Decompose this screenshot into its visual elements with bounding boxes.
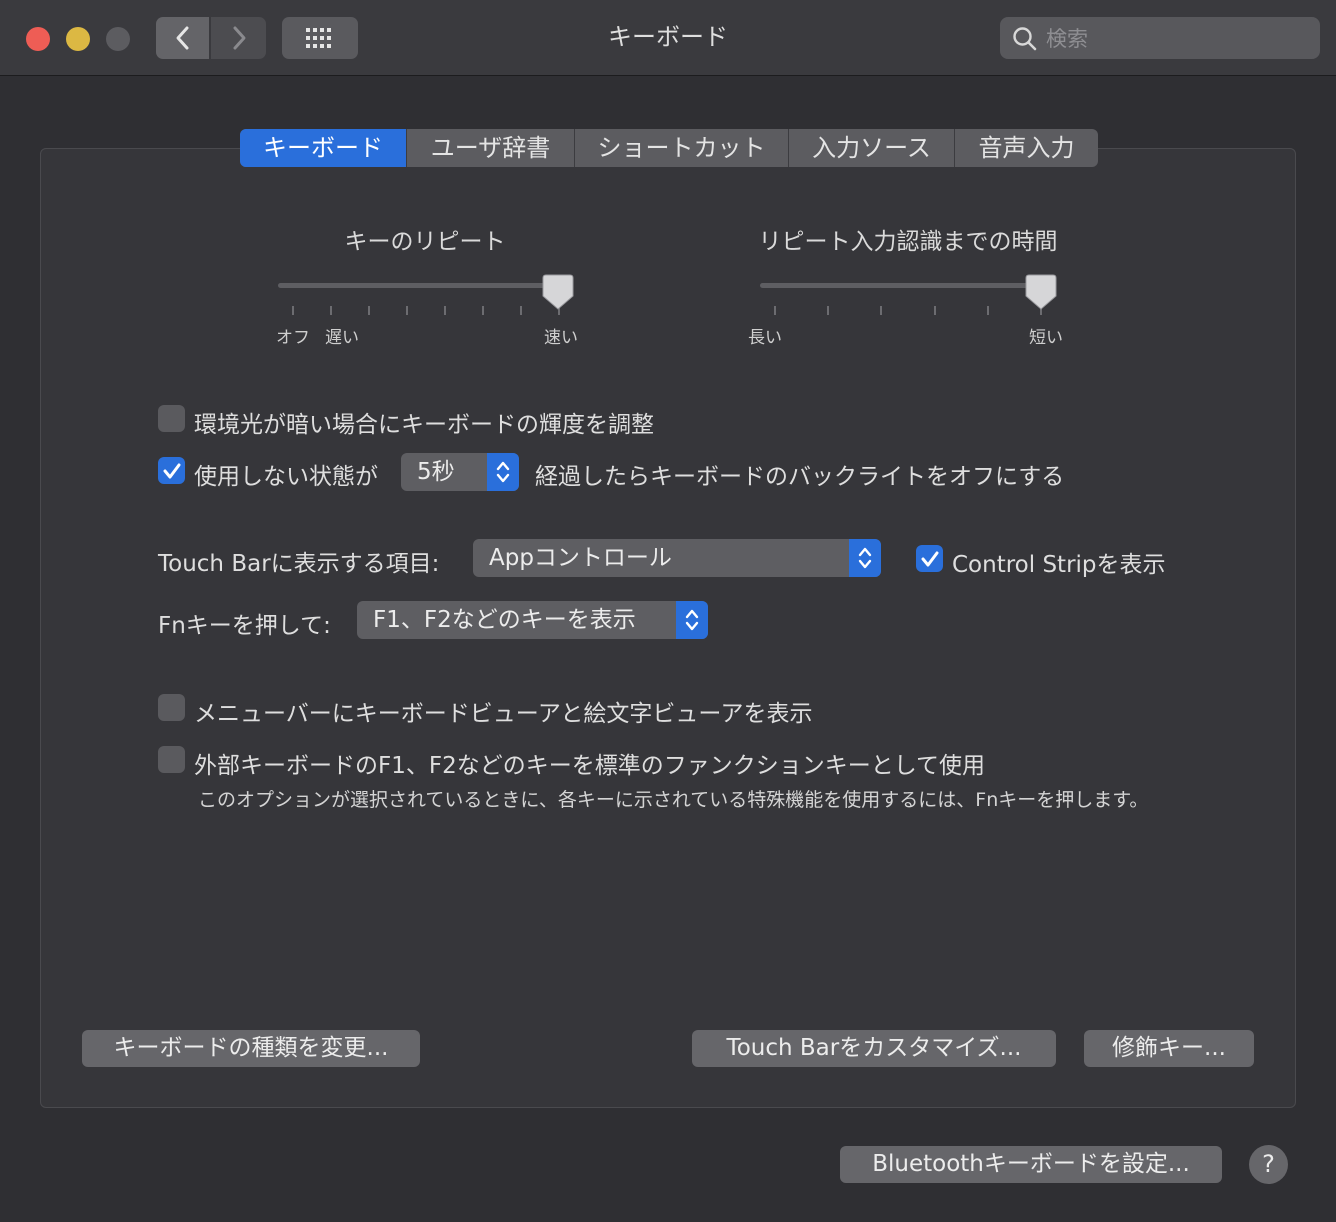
key-repeat-title: キーのリピート (344, 229, 506, 255)
forward-button[interactable] (211, 17, 266, 59)
up-down-arrows-icon (858, 547, 872, 569)
repeat-delay-thumb[interactable] (1025, 274, 1057, 310)
grid-icon (306, 28, 331, 48)
popup-arrows (676, 601, 708, 639)
title-bar: キーボード (0, 0, 1336, 76)
repeat-delay-short-label: 短い (1029, 328, 1063, 348)
touchbar-items-value: Appコントロール (489, 545, 672, 571)
touchbar-items-label: Touch Barに表示する項目: (158, 551, 440, 577)
show-all-button[interactable] (282, 17, 358, 59)
search-icon (1013, 27, 1037, 51)
slider-tick (406, 306, 408, 315)
fn-key-value: F1、F2などのキーを表示 (373, 607, 636, 633)
menu-viewer-label: メニューバーにキーボードビューアと絵文字ビューアを表示 (194, 701, 813, 727)
chevron-left-icon (176, 26, 188, 50)
slider-tick (482, 306, 484, 315)
customize-touchbar-button[interactable]: Touch Barをカスタマイズ... (692, 1030, 1056, 1067)
slider-tick (444, 306, 446, 315)
repeat-delay-title: リピート入力認識までの時間 (758, 229, 1058, 255)
backlight-off-label-before: 使用しない状態が (194, 464, 378, 490)
slider-tick (880, 306, 882, 315)
backlight-off-label-after: 経過したらキーボードのバックライトをオフにする (535, 464, 1065, 490)
adjust-brightness-label: 環境光が暗い場合にキーボードの輝度を調整 (194, 412, 654, 438)
key-repeat-off-label: オフ (276, 328, 310, 348)
up-down-arrows-icon (496, 461, 510, 483)
fn-key-popup[interactable]: F1、F2などのキーを表示 (357, 601, 708, 639)
backlight-duration-stepper[interactable]: 5秒 (401, 453, 519, 491)
stepper-arrows[interactable] (487, 453, 519, 491)
chevron-right-icon (233, 26, 245, 50)
key-repeat-thumb[interactable] (542, 274, 574, 310)
search-input[interactable] (1044, 23, 1308, 55)
slider-tick (330, 306, 332, 315)
minimize-window-button[interactable] (66, 27, 90, 51)
tab-dictation[interactable]: 音声入力 (955, 129, 1098, 167)
backlight-off-checkbox[interactable] (158, 457, 185, 484)
tab-user-dictionary[interactable]: ユーザ辞書 (407, 129, 575, 167)
control-strip-checkbox[interactable] (916, 545, 943, 572)
slider-tick (934, 306, 936, 315)
popup-arrows (849, 539, 881, 577)
function-keys-note: このオプションが選択されているときに、各キーに示されている特殊機能を使用するには… (198, 789, 1149, 811)
zoom-window-button[interactable] (106, 27, 130, 51)
setup-bluetooth-keyboard-button[interactable]: Bluetoothキーボードを設定... (840, 1146, 1222, 1183)
repeat-delay-track[interactable] (760, 283, 1050, 288)
control-strip-label: Control Stripを表示 (952, 552, 1166, 578)
tab-keyboard[interactable]: キーボード (240, 129, 407, 167)
touchbar-items-popup[interactable]: Appコントロール (473, 539, 881, 577)
key-repeat-fast-label: 速い (544, 328, 578, 348)
keyboard-preferences-window: キーボード キーボード ユーザ辞書 ショートカット 入力ソース 音声入力 キーの… (0, 0, 1336, 1222)
backlight-duration-value: 5秒 (417, 459, 455, 485)
close-window-button[interactable] (26, 27, 50, 51)
slider-tick (520, 306, 522, 315)
fn-key-label: Fnキーを押して: (158, 613, 331, 639)
search-field[interactable] (1000, 17, 1320, 59)
slider-tick (368, 306, 370, 315)
tab-shortcuts[interactable]: ショートカット (575, 129, 789, 167)
slider-tick (987, 306, 989, 315)
slider-tick (827, 306, 829, 315)
tab-bar: キーボード ユーザ辞書 ショートカット 入力ソース 音声入力 (240, 129, 1098, 167)
up-down-arrows-icon (685, 609, 699, 631)
key-repeat-track[interactable] (278, 283, 568, 288)
change-keyboard-type-button[interactable]: キーボードの種類を変更... (82, 1030, 420, 1067)
modifier-keys-button[interactable]: 修飾キー... (1084, 1030, 1254, 1067)
slider-tick (774, 306, 776, 315)
tab-input-sources[interactable]: 入力ソース (789, 129, 955, 167)
key-repeat-slow-label: 遅い (325, 328, 359, 348)
repeat-delay-long-label: 長い (748, 328, 782, 348)
help-button[interactable]: ? (1249, 1145, 1288, 1184)
function-keys-checkbox[interactable] (158, 746, 185, 773)
menu-viewer-checkbox[interactable] (158, 694, 185, 721)
checkmark-icon (921, 551, 938, 566)
checkmark-icon (163, 463, 180, 478)
adjust-brightness-checkbox[interactable] (158, 405, 185, 432)
slider-tick (292, 306, 294, 315)
back-button[interactable] (156, 17, 209, 59)
function-keys-label: 外部キーボードのF1、F2などのキーを標準のファンクションキーとして使用 (194, 753, 986, 779)
